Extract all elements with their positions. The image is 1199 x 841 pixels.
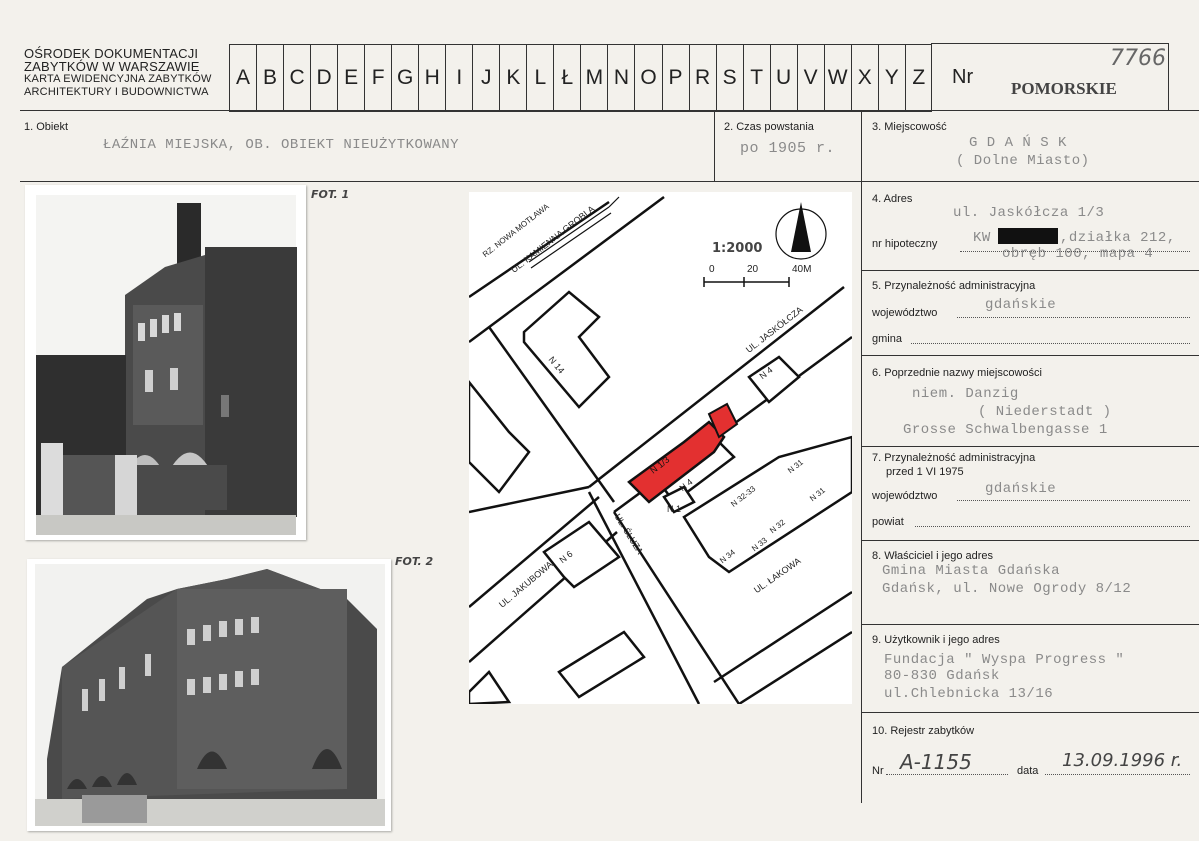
field-label-poprzednie: 6. Poprzednie nazwy miejscowości xyxy=(872,367,1042,379)
photo-bathhouse-street xyxy=(35,564,385,826)
site-map: 1:2000 0 20 40M UL. KAMIENNA GROBLA UL. … xyxy=(467,192,854,706)
institution-line-4: ARCHITEKTURY I BUDOWNICTWA xyxy=(24,86,209,98)
field-label-wojewodztwo: województwo xyxy=(872,307,938,319)
field-value-wlasciciel-1: Gmina Miasta Gdańska xyxy=(882,563,1061,579)
map-scale-tick-20: 20 xyxy=(747,264,759,275)
index-letter: J xyxy=(472,45,499,111)
field-label-uzytkownik: 9. Użytkownik i jego adres xyxy=(872,634,1000,646)
field-value-wojewodztwo-1975: gdańskie xyxy=(985,481,1057,497)
index-letter: B xyxy=(256,45,283,111)
field-value-uzytkownik-2: 80-830 Gdańsk xyxy=(884,668,1000,684)
field-label-przed1975: przed 1 VI 1975 xyxy=(886,466,964,478)
field-value-czas: po 1905 r. xyxy=(740,140,836,157)
index-letter: F xyxy=(364,45,391,111)
field-value-poprzednie-3: Grosse Schwalbengasse 1 xyxy=(903,422,1108,438)
index-letter: Y xyxy=(877,45,905,111)
institution-name: OŚRODEK DOKUMENTACJI ZABYTKÓW W WARSZAWI… xyxy=(24,47,212,99)
index-letter: N xyxy=(607,45,634,111)
field-value-wlasciciel-2: Gdańsk, ul. Nowe Ogrody 8/12 xyxy=(882,581,1132,597)
index-letter: Ł xyxy=(553,45,580,111)
index-letter: R xyxy=(688,45,716,111)
nr-box: Nr 7766 POMORSKIE xyxy=(931,43,1169,111)
field-value-uzytkownik-1: Fundacja " Wyspa Progress " xyxy=(884,652,1125,668)
index-letter: X xyxy=(850,45,878,111)
map-building-label: N 1 xyxy=(667,504,682,514)
photo-1 xyxy=(25,185,306,540)
field-label-rejestr-data: data xyxy=(1017,765,1039,777)
field-value-rejestr-nr: A-1155 xyxy=(900,750,972,774)
field-value-wojewodztwo: gdańskie xyxy=(985,297,1057,313)
alphabet-index: A B C D E F G H I J K L Ł M N O P R S T … xyxy=(229,44,932,112)
field-label-adres: 4. Adres xyxy=(872,193,913,205)
field-label-miejscowosc: 3. Miejscowość xyxy=(872,121,947,133)
index-letter: K xyxy=(499,45,526,111)
field-value-poprzednie-2: ( Niederstadt ) xyxy=(978,404,1112,420)
index-letter: P xyxy=(661,45,689,111)
photo-bathhouse-facade xyxy=(36,195,297,535)
field-value-miejscowosc: G D A Ń S K xyxy=(969,135,1067,151)
field-label-wojewodztwo-1975: województwo xyxy=(872,490,938,502)
field-value-dzielnica: ( Dolne Miasto) xyxy=(956,153,1090,169)
field-label-wlasciciel: 8. Właściciel i jego adres xyxy=(872,550,994,562)
index-letter: S xyxy=(715,45,743,111)
index-letter: L xyxy=(526,45,553,111)
map-scale: 1:2000 xyxy=(712,241,763,256)
index-letter: M xyxy=(580,45,607,111)
field-value-poprzednie-1: niem. Danzig xyxy=(912,386,1019,402)
field-value-uzytkownik-3: ul.Chlebnicka 13/16 xyxy=(884,686,1054,702)
index-letter: T xyxy=(742,45,770,111)
nr-label: Nr xyxy=(952,66,974,88)
index-letter: E xyxy=(337,45,364,111)
map-scale-tick-0: 0 xyxy=(709,264,715,275)
index-letter: D xyxy=(310,45,337,111)
field-label-rejestr: 10. Rejestr zabytków xyxy=(872,725,975,737)
index-letter: A xyxy=(229,45,256,111)
index-letter: C xyxy=(283,45,310,111)
photo-label-2: FOT. 2 xyxy=(395,555,434,568)
field-value-adres: ul. Jaskółcza 1/3 xyxy=(953,205,1105,221)
field-value-rejestr-data: 13.09.1996 r. xyxy=(1062,750,1183,771)
field-label-rejestr-nr: Nr xyxy=(872,765,884,777)
region-stamp: POMORSKIE xyxy=(1011,79,1117,98)
field-value-dzialka: ,działka 212, xyxy=(1060,230,1176,246)
index-letter: Z xyxy=(904,45,932,111)
field-label-gmina: gmina xyxy=(872,333,902,345)
field-label-czas: 2. Czas powstania xyxy=(724,121,814,133)
index-letter: I xyxy=(445,45,472,111)
field-label-obiekt: 1. Obiekt xyxy=(24,121,69,133)
institution-line-2: ZABYTKÓW W WARSZAWIE xyxy=(24,59,200,74)
redaction-block xyxy=(998,228,1058,244)
index-letter: V xyxy=(796,45,824,111)
field-label-powiat: powiat xyxy=(872,516,904,528)
photo-2 xyxy=(27,559,391,831)
index-letter: G xyxy=(391,45,418,111)
index-letter: O xyxy=(634,45,661,111)
photo-label-1: FOT. 1 xyxy=(311,188,350,201)
field-label-admin: 5. Przynależność administracyjna xyxy=(872,280,1036,292)
map-scale-tick-40: 40M xyxy=(792,264,812,275)
institution-line-3: KARTA EWIDENCYJNA ZABYTKÓW xyxy=(24,73,212,85)
field-value-obreb: obręb 100, mapa 4 xyxy=(1002,246,1154,262)
index-letter: H xyxy=(418,45,445,111)
field-value-obiekt: ŁAŹNIA MIEJSKA, OB. OBIEKT NIEUŻYTKOWANY xyxy=(103,137,460,153)
card-number: 7766 xyxy=(1110,46,1166,71)
field-label-admin1975: 7. Przynależność administracyjna xyxy=(872,452,1036,464)
field-label-hipoteka: nr hipoteczny xyxy=(872,238,938,250)
index-letter: U xyxy=(769,45,797,111)
index-letter: W xyxy=(823,45,851,111)
field-value-kw: KW xyxy=(973,230,991,246)
